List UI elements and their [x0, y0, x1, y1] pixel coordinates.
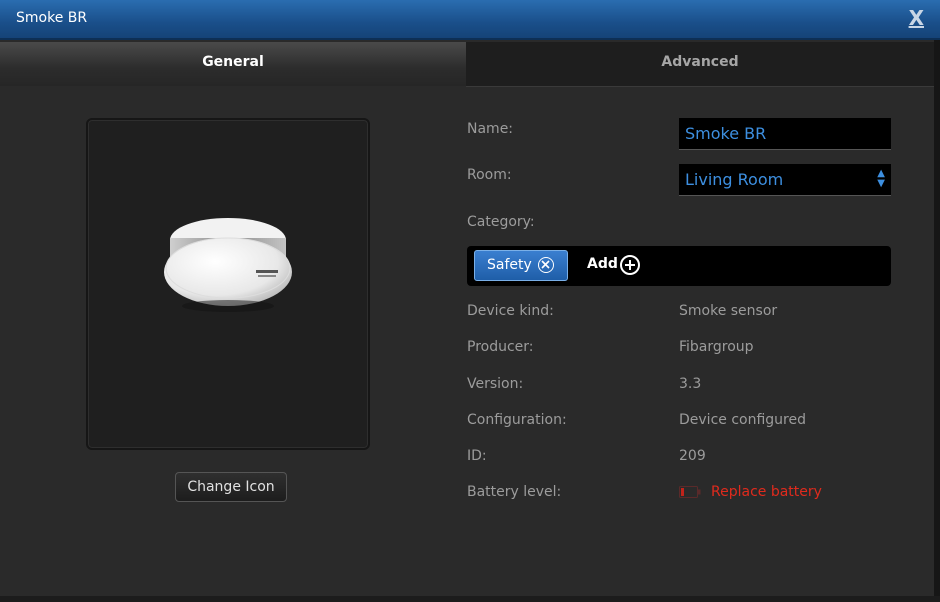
tab-general[interactable]: General [0, 42, 466, 86]
close-button[interactable]: X [909, 6, 924, 30]
change-icon-button[interactable]: Change Icon [175, 472, 287, 502]
bottom-border [0, 596, 940, 602]
name-label: Name: [467, 121, 514, 137]
window-title: Smoke BR [16, 10, 88, 26]
device-kind-value: Smoke sensor [679, 303, 778, 319]
room-select[interactable]: Living Room ▲ ▼ [679, 164, 891, 196]
category-label: Category: [467, 214, 535, 230]
device-icon-frame [86, 118, 370, 450]
updown-arrows-icon: ▲ ▼ [877, 168, 885, 189]
room-label: Room: [467, 167, 512, 183]
producer-value: Fibargroup [679, 339, 754, 355]
id-value: 209 [679, 448, 706, 464]
add-circle-icon[interactable] [620, 255, 640, 275]
battery-low-icon [679, 486, 701, 498]
device-kind-label: Device kind: [467, 303, 554, 319]
category-tag-bar: Safety Add [467, 246, 891, 286]
configuration-label: Configuration: [467, 412, 567, 428]
battery-status: Replace battery [711, 484, 822, 500]
battery-label: Battery level: [467, 484, 562, 500]
right-border [934, 40, 940, 602]
id-label: ID: [467, 448, 487, 464]
name-input[interactable] [679, 118, 891, 150]
tab-advanced[interactable]: Advanced [466, 42, 934, 87]
remove-circle-icon[interactable] [538, 257, 554, 273]
category-chip-safety[interactable]: Safety [474, 250, 568, 281]
producer-label: Producer: [467, 339, 534, 355]
configuration-value: Device configured [679, 412, 806, 428]
category-chip-label: Safety [487, 257, 532, 273]
version-label: Version: [467, 376, 524, 392]
tab-advanced-label: Advanced [661, 54, 739, 70]
smoke-detector-icon [164, 218, 292, 312]
room-select-value: Living Room [685, 170, 784, 189]
add-category-label[interactable]: Add [587, 256, 618, 272]
version-value: 3.3 [679, 376, 702, 392]
window-titlebar: Smoke BR X [0, 0, 940, 40]
tab-general-label: General [202, 54, 264, 70]
